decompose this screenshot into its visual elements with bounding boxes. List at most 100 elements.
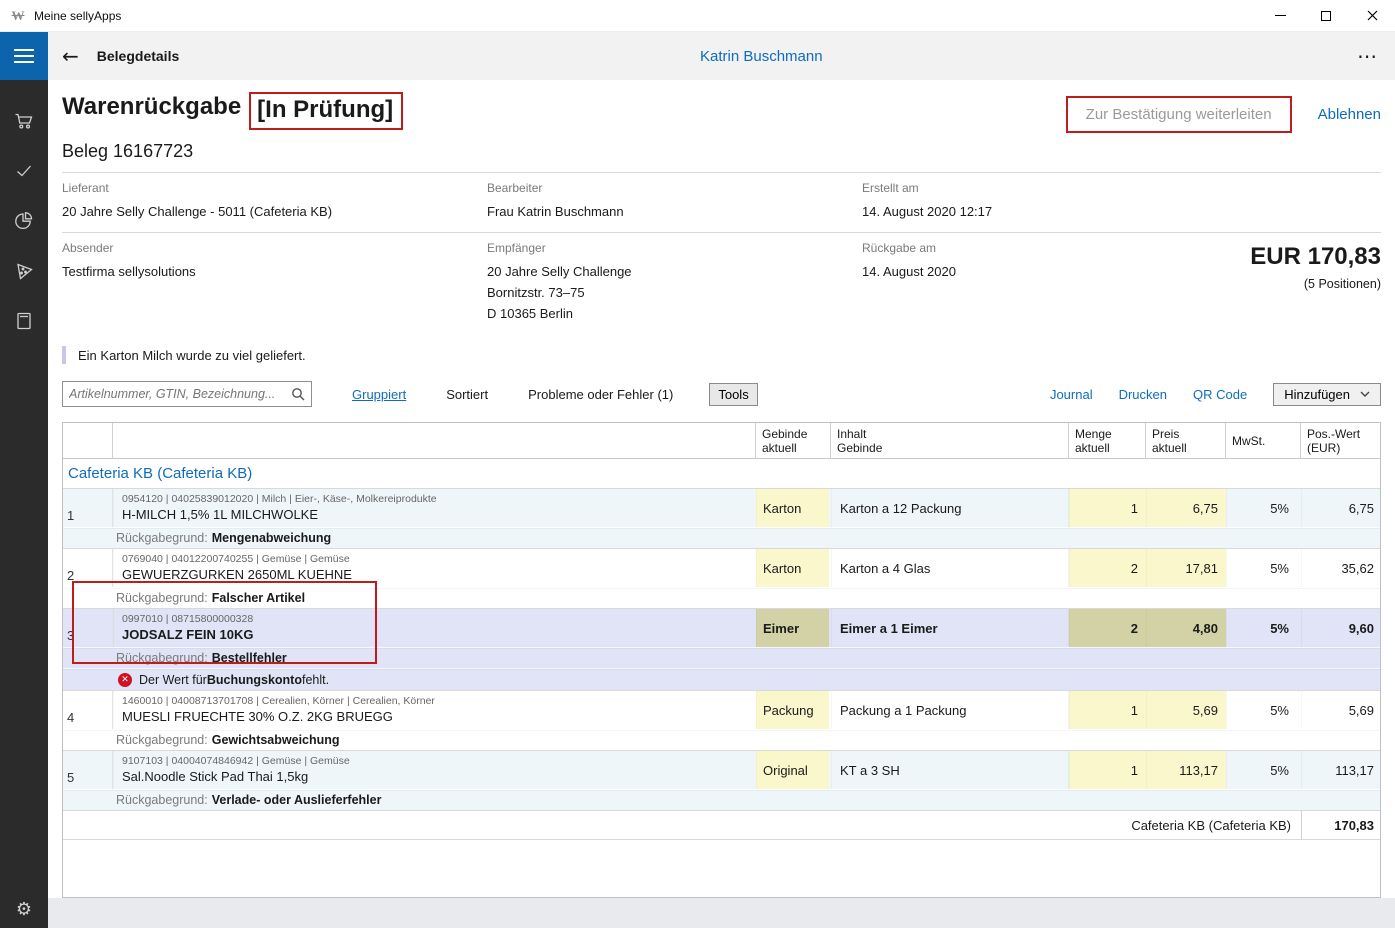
article-name: GEWUERZGURKEN 2650ML KUEHNE	[122, 566, 352, 583]
table-row[interactable]: 1 0954120 | 04025839012020 | Milch | Eie…	[63, 488, 1380, 548]
col-inhalt: InhaltGebinde	[831, 423, 1069, 459]
row-number: 5	[63, 751, 113, 789]
app-icon: W	[10, 8, 26, 24]
ellipsis-icon: ⋯	[1357, 44, 1379, 68]
gebinde-cell[interactable]: Karton	[756, 549, 831, 587]
article-name: H-MILCH 1,5% 1L MILCHWOLKE	[122, 506, 318, 523]
maximize-icon	[1321, 11, 1331, 21]
lieferant-value: 20 Jahre Selly Challenge - 5011 (Cafeter…	[62, 195, 487, 222]
gebinde-cell[interactable]: Original	[756, 751, 831, 789]
drucken-link[interactable]: Drucken	[1119, 387, 1167, 402]
sidebar-item-catalog[interactable]	[11, 308, 37, 334]
group-header[interactable]: Cafeteria KB (Cafeteria KB)	[63, 459, 1380, 488]
mwst-cell: 5%	[1226, 549, 1301, 587]
qr-code-link[interactable]: QR Code	[1193, 387, 1247, 402]
preis-cell[interactable]: 113,17	[1146, 751, 1226, 789]
tab-gruppiert[interactable]: Gruppiert	[352, 387, 406, 402]
cart-icon	[12, 109, 36, 133]
gebinde-cell[interactable]: Eimer	[756, 609, 831, 647]
col-mwst: MwSt.	[1226, 423, 1301, 459]
return-reason: Rückgabegrund:Bestellfehler	[63, 647, 1380, 668]
bottom-strip	[48, 898, 1395, 928]
tab-sortiert[interactable]: Sortiert	[446, 387, 488, 402]
inhalt-cell: Packung a 1 Packung	[831, 691, 1069, 729]
article-meta: 0769040 | 04012200740255 | Gemüse | Gemü…	[122, 553, 350, 566]
sidebar-item-cart[interactable]	[11, 108, 37, 134]
menge-cell[interactable]: 1	[1069, 489, 1146, 527]
article-name: MUESLI FRUECHTE 30% O.Z. 2KG BRUEGG	[122, 708, 393, 725]
col-menge: Mengeaktuell	[1069, 423, 1146, 459]
return-reason: Rückgabegrund:Verlade- oder Auslieferfeh…	[63, 789, 1380, 810]
poswert-cell: 35,62	[1301, 549, 1382, 587]
table-row[interactable]: 4 1460010 | 04008713701708 | Cerealien, …	[63, 690, 1380, 750]
menge-cell[interactable]: 2	[1069, 609, 1146, 647]
sidebar: ⚙	[0, 32, 48, 928]
hinzufuegen-dropdown[interactable]: Hinzufügen	[1273, 383, 1381, 406]
article-meta: 1460010 | 04008713701708 | Cerealien, Kö…	[122, 695, 435, 708]
footer-total: 170,83	[1301, 811, 1382, 839]
table-empty-area	[63, 840, 1380, 897]
close-button[interactable]	[1349, 0, 1395, 32]
chevron-down-icon	[1360, 391, 1370, 397]
search-input[interactable]	[69, 387, 291, 401]
bearbeiter-value: Frau Katrin Buschmann	[487, 195, 862, 222]
tab-probleme-fehler[interactable]: Probleme oder Fehler (1)	[528, 387, 673, 402]
search-icon	[291, 387, 305, 401]
status-badge: [In Prüfung]	[249, 92, 403, 130]
page-title: Belegdetails	[97, 48, 179, 64]
reject-button[interactable]: Ablehnen	[1318, 106, 1381, 123]
preis-cell[interactable]: 6,75	[1146, 489, 1226, 527]
erstellt-am-label: Erstellt am	[862, 173, 1381, 195]
more-button[interactable]: ⋯	[1357, 44, 1379, 68]
sidebar-item-approvals[interactable]	[11, 158, 37, 184]
article-meta: 9107103 | 04004074846942 | Gemüse | Gemü…	[122, 755, 350, 768]
back-button[interactable]: ←	[62, 46, 79, 66]
note-accent-bar	[62, 346, 66, 364]
maximize-button[interactable]	[1303, 0, 1349, 32]
positions-table: Gebindeaktuell InhaltGebinde Mengeaktuel…	[62, 422, 1381, 898]
window-title: Meine sellyApps	[34, 9, 121, 23]
rueckgabe-am-label: Rückgabe am	[862, 233, 956, 255]
col-article	[113, 423, 756, 459]
empfaenger-label: Empfänger	[487, 233, 862, 255]
preis-cell[interactable]: 17,81	[1146, 549, 1226, 587]
gebinde-cell[interactable]: Karton	[756, 489, 831, 527]
sidebar-item-food[interactable]	[11, 258, 37, 284]
user-link[interactable]: Katrin Buschmann	[700, 48, 823, 65]
gear-icon: ⚙	[16, 899, 32, 920]
document-number: Beleg 16167723	[62, 141, 1381, 162]
erstellt-am-value: 14. August 2020 12:17	[862, 195, 1381, 222]
poswert-cell: 113,17	[1301, 751, 1382, 789]
close-icon	[1367, 10, 1378, 21]
sidebar-item-statistics[interactable]	[11, 208, 37, 234]
minimize-icon	[1275, 15, 1286, 16]
document-type-title: Warenrückgabe	[62, 92, 241, 122]
menge-cell[interactable]: 1	[1069, 751, 1146, 789]
mwst-cell: 5%	[1226, 489, 1301, 527]
journal-link[interactable]: Journal	[1050, 387, 1093, 402]
col-preis: Preisaktuell	[1146, 423, 1226, 459]
nav-bar: ← Belegdetails Katrin Buschmann ⋯	[48, 32, 1395, 80]
menge-cell[interactable]: 2	[1069, 549, 1146, 587]
gebinde-cell[interactable]: Packung	[756, 691, 831, 729]
mwst-cell: 5%	[1226, 691, 1301, 729]
row-number: 4	[63, 691, 113, 729]
forward-for-confirmation-button[interactable]: Zur Bestätigung weiterleiten	[1066, 96, 1292, 133]
col-gebinde: Gebindeaktuell	[756, 423, 831, 459]
col-number	[63, 423, 113, 459]
book-icon	[12, 309, 36, 333]
preis-cell[interactable]: 5,69	[1146, 691, 1226, 729]
inhalt-cell: Eimer a 1 Eimer	[831, 609, 1069, 647]
menge-cell[interactable]: 1	[1069, 691, 1146, 729]
table-row-selected[interactable]: 3 0997010 | 08715800000328 JODSALZ FEIN …	[63, 608, 1380, 690]
search-box[interactable]	[62, 381, 312, 407]
absender-label: Absender	[62, 233, 487, 255]
tools-button[interactable]: Tools	[709, 383, 757, 406]
menu-button[interactable]	[0, 32, 48, 80]
table-row[interactable]: 5 9107103 | 04004074846942 | Gemüse | Ge…	[63, 750, 1380, 810]
minimize-button[interactable]	[1257, 0, 1303, 32]
table-row[interactable]: 2 0769040 | 04012200740255 | Gemüse | Ge…	[63, 548, 1380, 608]
preis-cell[interactable]: 4,80	[1146, 609, 1226, 647]
return-reason: Rückgabegrund:Gewichtsabweichung	[63, 729, 1380, 750]
settings-button[interactable]: ⚙	[16, 899, 32, 920]
